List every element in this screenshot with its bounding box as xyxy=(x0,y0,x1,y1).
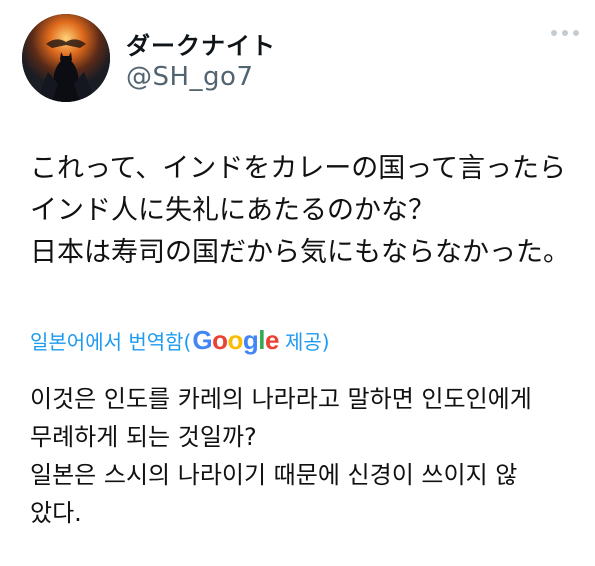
dot xyxy=(573,30,579,36)
translation-attribution-link[interactable]: 일본어에서 번역함( Google 제공) xyxy=(30,325,330,356)
batman-avatar-icon xyxy=(22,14,110,102)
translation-suffix: 제공) xyxy=(284,330,330,354)
translated-text: 이것은 인도를 카레의 나라라고 말하면 인도인에게 무례하게 되는 것일까? … xyxy=(30,380,585,532)
google-logo: Google xyxy=(192,325,279,355)
translated-line: 았다. xyxy=(30,499,82,527)
tweet-line: 日本は寿司の国だから気にもならなかった。 xyxy=(30,237,570,268)
dot xyxy=(562,30,568,36)
avatar[interactable] xyxy=(22,14,110,102)
display-name[interactable]: ダークナイト xyxy=(126,26,276,61)
tweet-line: インド人に失礼にあたるのかな？ xyxy=(30,195,435,226)
dot xyxy=(551,30,557,36)
translated-line: 무례하게 되는 것일까? xyxy=(30,423,257,451)
translated-line: 일본은 스시의 나라이기 때문에 신경이 쓰이지 않 xyxy=(30,461,518,489)
translation-prefix: 일본어에서 번역함( xyxy=(30,330,192,354)
tweet-text: これって、インドをカレーの国って言ったら インド人に失礼にあたるのかな？ 日本は… xyxy=(30,148,585,274)
translated-line: 이것은 인도를 카레의 나라라고 말하면 인도인에게 xyxy=(30,385,532,413)
user-handle[interactable]: @SH_go7 xyxy=(126,62,254,92)
more-dots-icon[interactable] xyxy=(551,30,579,36)
tweet-line: これって、インドをカレーの国って言ったら xyxy=(30,153,566,184)
